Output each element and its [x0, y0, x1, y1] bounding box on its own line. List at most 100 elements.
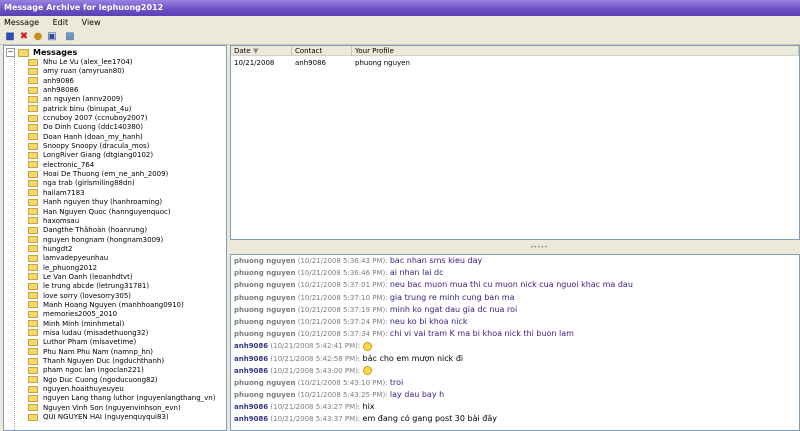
message-time: (10/21/2008 5:37:34 PM): [297, 330, 388, 339]
tree-item[interactable]: Luthor Pham (misavetime) [28, 338, 215, 347]
tree-item[interactable]: misa ludau (misadethuong32) [28, 329, 215, 338]
tree-root[interactable]: − Messages [6, 47, 77, 58]
row-contact[interactable]: anh9086 [292, 58, 326, 68]
tree-item[interactable]: electronic_764 [28, 161, 215, 170]
column-date-label: Date [234, 47, 251, 55]
tree-item-label: QUI NGUYEN HAI (nguyenquyqui83) [43, 413, 169, 422]
column-date[interactable]: Date ▼ [231, 46, 292, 56]
message-time: (10/21/2008 5:36:46 PM): [297, 269, 388, 278]
tree-item[interactable]: Manh Hoang Nguyen (manhhoang0910) [28, 301, 215, 310]
message-time: (10/21/2008 5:37:19 PM): [297, 305, 388, 314]
tree-item[interactable]: le_phuong2012 [28, 264, 215, 273]
tree-item[interactable]: nguyen hongnam (hongnam3009) [28, 236, 215, 245]
tree-item[interactable]: lamvadepyeunhau [28, 254, 215, 263]
tree-item-label: Hanh nguyen thuy (hanhroaming) [43, 198, 163, 207]
tree-item-label: Dangthe Thâhoàn (hoanrung) [43, 226, 148, 235]
tree-item[interactable]: nguyen.hoaithuyeuyeu [28, 385, 215, 394]
toolbar: ■ ✖ ● ▣ ▩ [0, 29, 800, 45]
save-icon[interactable]: ■ [4, 31, 16, 43]
tree-item[interactable]: nga trab (girlsmiling88dn) [28, 179, 215, 188]
tree-item[interactable]: Hoai De Thuong (em_ne_anh_2009) [28, 170, 215, 179]
smiley-icon [362, 366, 372, 376]
tree-item[interactable]: pham ngoc lan (ngoclan221) [28, 366, 215, 375]
folder-icon [28, 161, 38, 169]
row-date[interactable]: 10/21/2008 [231, 58, 274, 68]
menu-message[interactable]: Message [0, 18, 43, 27]
window-title: Message Archive for lephuong2012 [0, 0, 800, 16]
tree-item[interactable]: amy ruan (amyruan80) [28, 67, 215, 76]
folder-icon [28, 348, 38, 356]
tree-item-label: Hoai De Thuong (em_ne_anh_2009) [43, 170, 169, 179]
message-line: phuong nguyen (10/21/2008 5:37:24 PM): n… [231, 316, 799, 328]
message-line: anh9086 (10/21/2008 5:42:41 PM): [231, 340, 799, 352]
tree-item[interactable]: Nhu Le Vu (alex_lee1704) [28, 58, 215, 67]
message-time: (10/21/2008 5:43:25 PM): [297, 391, 388, 400]
message-time: (10/21/2008 5:43:37 PM): [270, 415, 361, 424]
folder-icon [28, 151, 38, 159]
tree-item[interactable]: LongRiver Giang (dtgiang0102) [28, 151, 215, 160]
tree-item[interactable]: haxomsau [28, 217, 215, 226]
row-profile[interactable]: phuong nguyen [352, 58, 410, 68]
tree-item-label: Han Nguyen Quoc (hannguyenquoc) [43, 207, 171, 216]
tree-item[interactable]: Le Van Oanh (leoanhdtvt) [28, 273, 215, 282]
tree-item[interactable]: Dangthe Thâhoàn (hoanrung) [28, 226, 215, 235]
tree-item[interactable]: le trung abcde (letrung31781) [28, 282, 215, 291]
tree-item[interactable]: Phu Nam Phu Nam (namnp_hn) [28, 348, 215, 357]
smiley-icon [362, 341, 372, 351]
tree-item[interactable]: anh98086 [28, 86, 215, 95]
collapse-icon[interactable]: − [6, 48, 15, 57]
tree-item[interactable]: Minh Minh (minhmetal) [28, 320, 215, 329]
tree-item[interactable]: hailam7183 [28, 189, 215, 198]
message-time: (10/21/2008 5:36:43 PM): [297, 257, 388, 265]
tree-item[interactable]: QUI NGUYEN HAI (nguyenquyqui83) [28, 413, 215, 422]
message-sender: phuong nguyen [234, 391, 296, 400]
tree-item-label: ccnuboy 2007 (ccnuboy2007) [43, 114, 148, 123]
tree-item[interactable]: ccnuboy 2007 (ccnuboy2007) [28, 114, 215, 123]
delete-icon[interactable]: ✖ [18, 31, 30, 43]
export-icon[interactable]: ▩ [64, 31, 76, 43]
menu-edit[interactable]: Edit [49, 18, 73, 27]
tree-item[interactable]: an nguyen (annv2009) [28, 95, 215, 104]
message-time: (10/21/2008 5:37:10 PM): [297, 293, 388, 302]
folder-icon [28, 292, 38, 300]
message-time: (10/21/2008 5:43:10 PM): [297, 378, 388, 387]
folder-icon [28, 67, 38, 75]
tree-item[interactable]: Doan Hanh (doan_my_hanh) [28, 133, 215, 142]
folder-icon [28, 329, 38, 337]
tree-item[interactable]: Snoopy Snoopy (dracula_mos) [28, 142, 215, 151]
tree-item[interactable]: memories2005_2010 [28, 310, 215, 319]
tree-item[interactable]: nguyen Lang thang luthor (nguyenlangthan… [28, 394, 215, 403]
message-sender: phuong nguyen [234, 317, 296, 326]
folder-icon [28, 217, 38, 225]
tree-item[interactable]: Ngo Duc Cuong (ngoducuong82) [28, 376, 215, 385]
find-icon[interactable]: ● [32, 31, 44, 43]
folder-icon [28, 273, 38, 281]
sort-arrow-icon: ▼ [252, 47, 259, 55]
horizontal-splitter[interactable]: ••••• [230, 240, 800, 254]
message-sender: anh9086 [234, 366, 269, 375]
message-line: phuong nguyen (10/21/2008 5:43:10 PM): t… [231, 377, 799, 389]
tree-item-label: hungdt2 [43, 244, 73, 253]
column-contact[interactable]: Contact [292, 46, 352, 56]
message-line: anh9086 (10/21/2008 5:42:58 PM): bác cho… [231, 353, 799, 365]
message-sender: phuong nguyen [234, 293, 296, 302]
folder-icon [28, 413, 38, 421]
tree-item[interactable]: Nguyen Vinh Son (nguyenvinhson_evn) [28, 404, 215, 413]
tree-item-label: lamvadepyeunhau [43, 254, 109, 263]
message-line: phuong nguyen (10/21/2008 5:43:25 PM): l… [231, 389, 799, 401]
tree-item-label: nga trab (girlsmiling88dn) [43, 179, 135, 188]
tree-item[interactable]: hungdt2 [28, 245, 215, 254]
folder-icon [28, 123, 38, 131]
tree-item[interactable]: love sorry (lovesorry305) [28, 292, 215, 301]
tree-item[interactable]: patrick binu (binupat_4u) [28, 105, 215, 114]
tree-item[interactable]: anh9086 [28, 77, 215, 86]
menu-view[interactable]: View [78, 18, 105, 27]
tree-item[interactable]: Do Dinh Cuong (ddc140380) [28, 123, 215, 132]
print-icon[interactable]: ▣ [46, 31, 58, 43]
tree-item[interactable]: Han Nguyen Quoc (hannguyenquoc) [28, 208, 215, 217]
folder-icon [28, 236, 38, 244]
message-line: phuong nguyen (10/21/2008 5:37:01 PM): n… [231, 279, 799, 291]
tree-item[interactable]: Hanh nguyen thuy (hanhroaming) [28, 198, 215, 207]
column-profile[interactable]: Your Profile [352, 46, 799, 56]
tree-item[interactable]: Thanh Nguyen Duc (ngduchthanh) [28, 357, 215, 366]
